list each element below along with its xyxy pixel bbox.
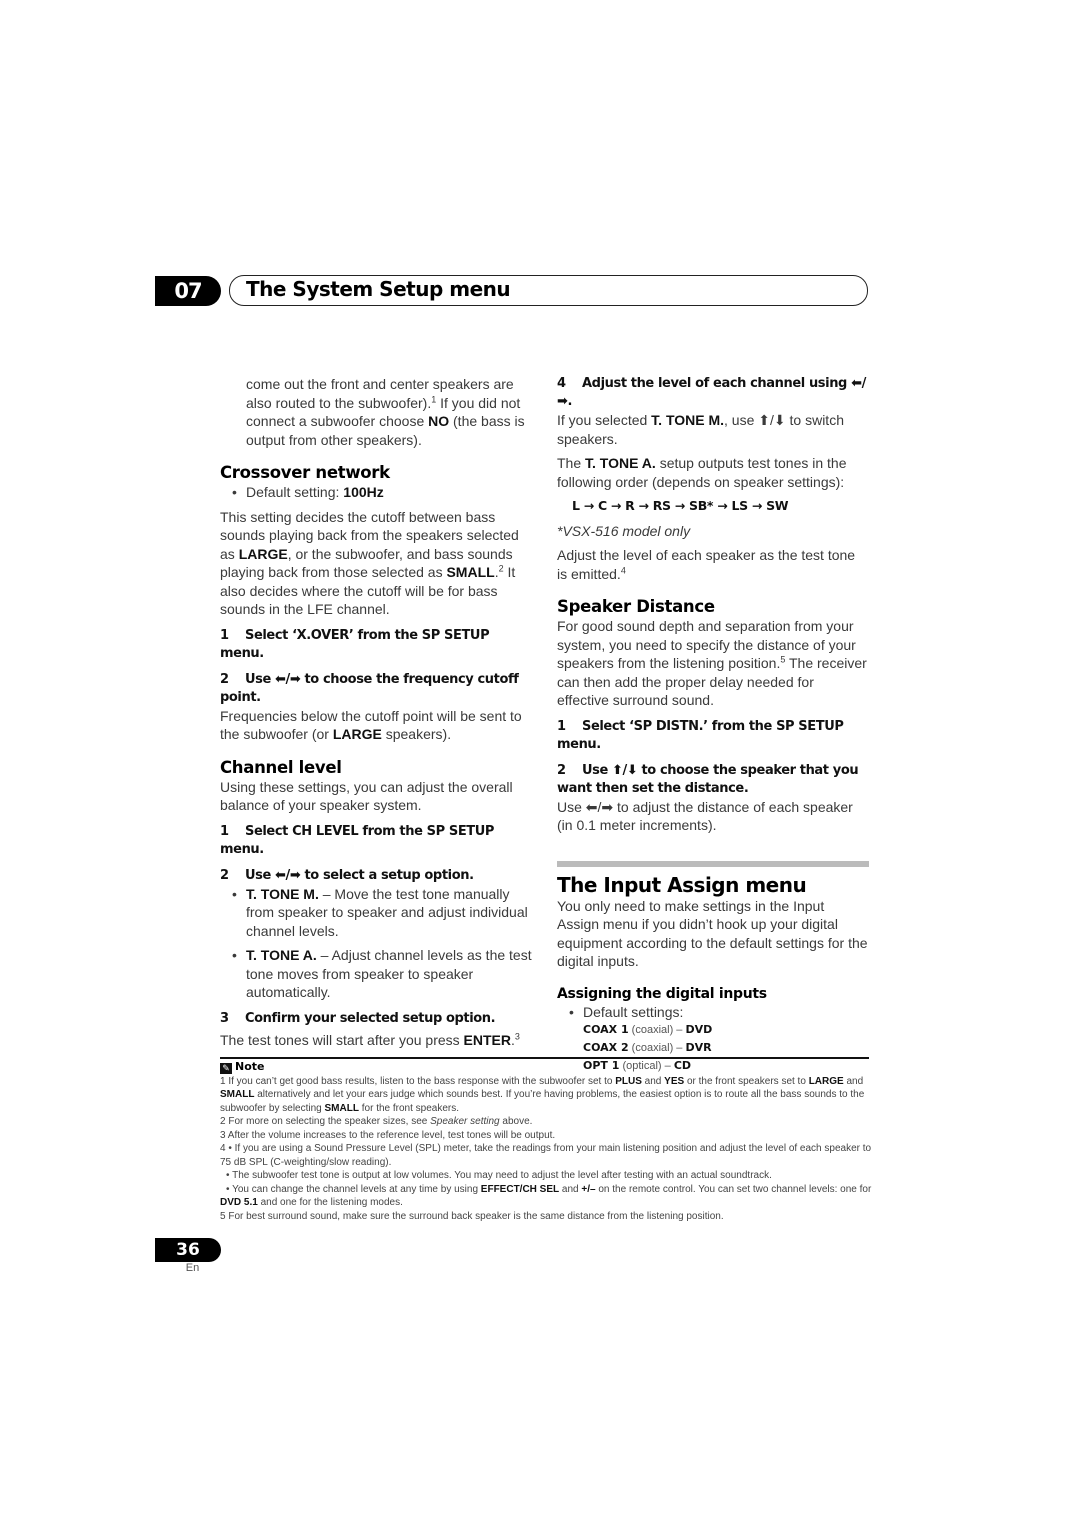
speaker-distance-step-2: 2 Use ⬆/⬇ to choose the speaker that you … xyxy=(557,762,859,796)
bullet-tone-m: T. TONE M. – Move the test tone manually… xyxy=(220,885,535,941)
speaker-distance-step-1: 1 Select ‘SP DISTN.’ from the SP SETUP me… xyxy=(557,718,844,752)
crossover-step-2-description: Frequencies below the cutoff point will … xyxy=(220,707,522,743)
tone-a-description: The T. TONE A. setup outputs test tones … xyxy=(557,455,847,490)
chapter-title-box: The System Setup menu xyxy=(229,275,868,306)
model-note: *VSX-516 model only xyxy=(557,522,691,539)
language-label: En xyxy=(185,1262,200,1274)
channel-level-step-4: 4 Adjust the level of each channel using … xyxy=(557,376,866,409)
tone-order-sequence: L → C → R → RS → SB* → LS → SW xyxy=(572,498,789,513)
channel-level-step-3: 3 Confirm your selected setup option. xyxy=(220,1010,496,1026)
note-5: 5 For best surround sound, make sure the… xyxy=(220,1210,724,1222)
speaker-distance-heading: Speaker Distance xyxy=(557,597,715,616)
default-item: COAX 1 (coaxial) – DVD xyxy=(583,1023,713,1036)
digital-inputs-heading: Assigning the digital inputs xyxy=(557,985,767,1002)
input-assign-description: You only need to make settings in the In… xyxy=(557,897,868,970)
notes-section: ✎ Note 1 If you can’t get good bass resul… xyxy=(220,1060,875,1223)
page-number: 36 xyxy=(155,1238,221,1262)
step-4-description: If you selected T. TONE M., use ⬆/⬇ to s… xyxy=(557,412,844,447)
left-column: come out the front and center speakers a… xyxy=(220,375,535,1049)
note-4c: • You can change the channel levels at a… xyxy=(220,1183,872,1209)
bullet-tone-a: T. TONE A. – Adjust channel levels as th… xyxy=(220,946,535,1002)
input-assign-heading: The Input Assign menu xyxy=(557,872,807,897)
note-3: 3 After the volume increases to the refe… xyxy=(220,1129,556,1141)
crossover-description: This setting decides the cutoff between … xyxy=(220,508,519,618)
channel-level-heading: Channel level xyxy=(220,757,342,777)
note-2: 2 For more on selecting the speaker size… xyxy=(220,1116,533,1127)
note-4a: 4 • If you are using a Sound Pressure Le… xyxy=(220,1143,872,1168)
channel-level-step-3-description: The test tones will start after you pres… xyxy=(220,1030,520,1048)
crossover-heading: Crossover network xyxy=(220,463,390,482)
intro-paragraph: come out the front and center speakers a… xyxy=(246,376,525,448)
note-1: 1 If you can’t get good bass results, li… xyxy=(220,1075,865,1114)
notes-divider xyxy=(220,1057,869,1059)
crossover-default: Default setting: 100Hz xyxy=(220,483,535,502)
channel-level-step-2: 2 Use ⬅/➡ to select a setup option. xyxy=(220,867,474,883)
speaker-distance-step-2-description: Use ⬅/➡ to adjust the distance of each s… xyxy=(557,798,853,834)
chapter-title: The System Setup menu xyxy=(246,277,511,301)
speaker-distance-description: For good sound depth and separation from… xyxy=(557,618,867,708)
chapter-number: 07 xyxy=(155,276,221,306)
pencil-note-icon: ✎ xyxy=(220,1063,232,1074)
adjust-description: Adjust the level of each speaker as the … xyxy=(557,547,856,582)
default-item: COAX 2 (coaxial) – DVR xyxy=(583,1041,712,1054)
section-divider xyxy=(557,860,869,867)
notes-header: ✎ Note xyxy=(220,1060,875,1075)
crossover-step-1: 1 Select ‘X.OVER’ from the SP SETUP menu. xyxy=(220,627,490,661)
right-column: 4 Adjust the level of each channel using … xyxy=(557,375,869,1075)
crossover-step-2: 2 Use ⬅/➡ to choose the frequency cutoff … xyxy=(220,671,519,705)
digital-inputs-default-label: Default settings: xyxy=(557,1003,869,1022)
channel-level-step-1: 1 Select CH LEVEL from the SP SETUP menu. xyxy=(220,823,495,857)
channel-level-description: Using these settings, you can adjust the… xyxy=(220,778,513,814)
note-4b: • The subwoofer test tone is output at l… xyxy=(226,1170,772,1181)
